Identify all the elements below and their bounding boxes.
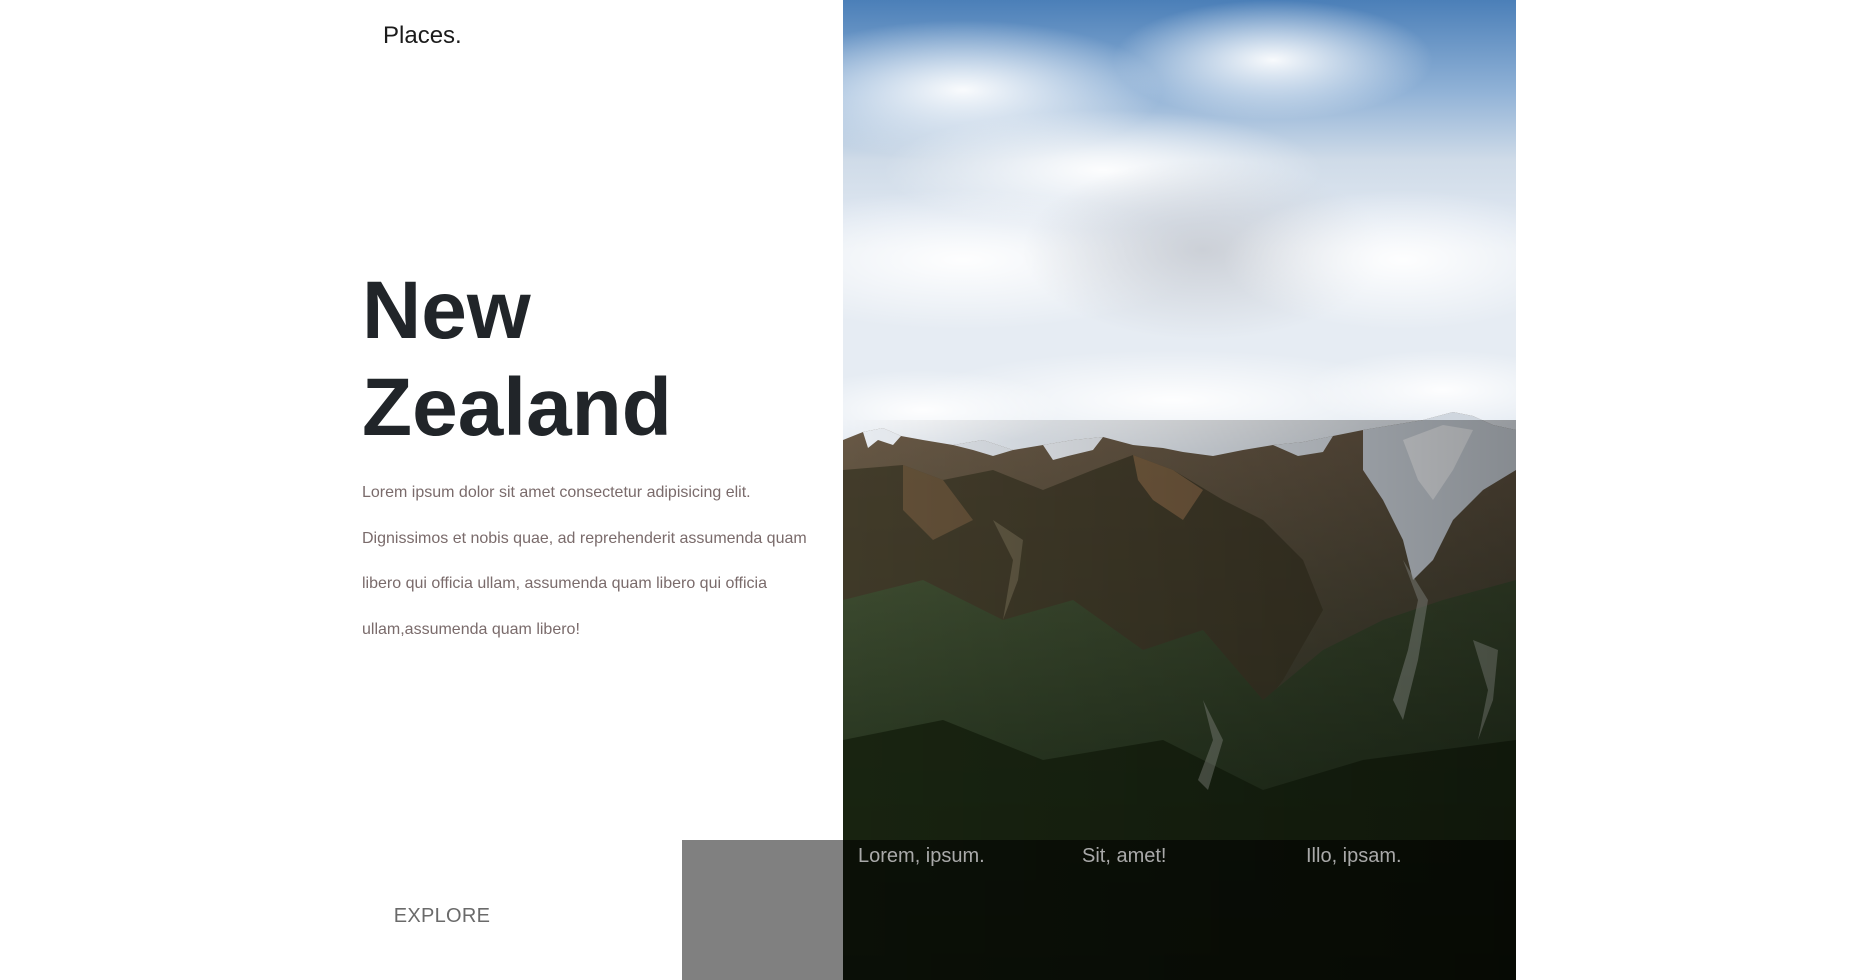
gray-accent-block: [682, 840, 843, 980]
hero-title-line-1: New: [362, 265, 531, 356]
mountain-landscape-image: [843, 0, 1516, 980]
hero-description: Lorem ipsum dolor sit amet consectetur a…: [362, 484, 807, 638]
hero-title-line-2: Zealand: [362, 362, 672, 453]
bottom-nav-link-3[interactable]: Illo, ipsam.: [1306, 845, 1402, 868]
explore-button[interactable]: EXPLORE: [372, 890, 512, 942]
bottom-nav-link-1[interactable]: Lorem, ipsum.: [858, 845, 985, 868]
site-logo[interactable]: Places.: [383, 22, 462, 50]
bottom-nav-link-2[interactable]: Sit, amet!: [1082, 845, 1166, 868]
bottom-nav-bar: Lorem, ipsum. Sit, amet! Illo, ipsam.: [843, 840, 1516, 980]
page: Places. New Zealand Lorem ipsum dolor si…: [0, 0, 1855, 980]
hero-title: New Zealand: [362, 262, 782, 456]
